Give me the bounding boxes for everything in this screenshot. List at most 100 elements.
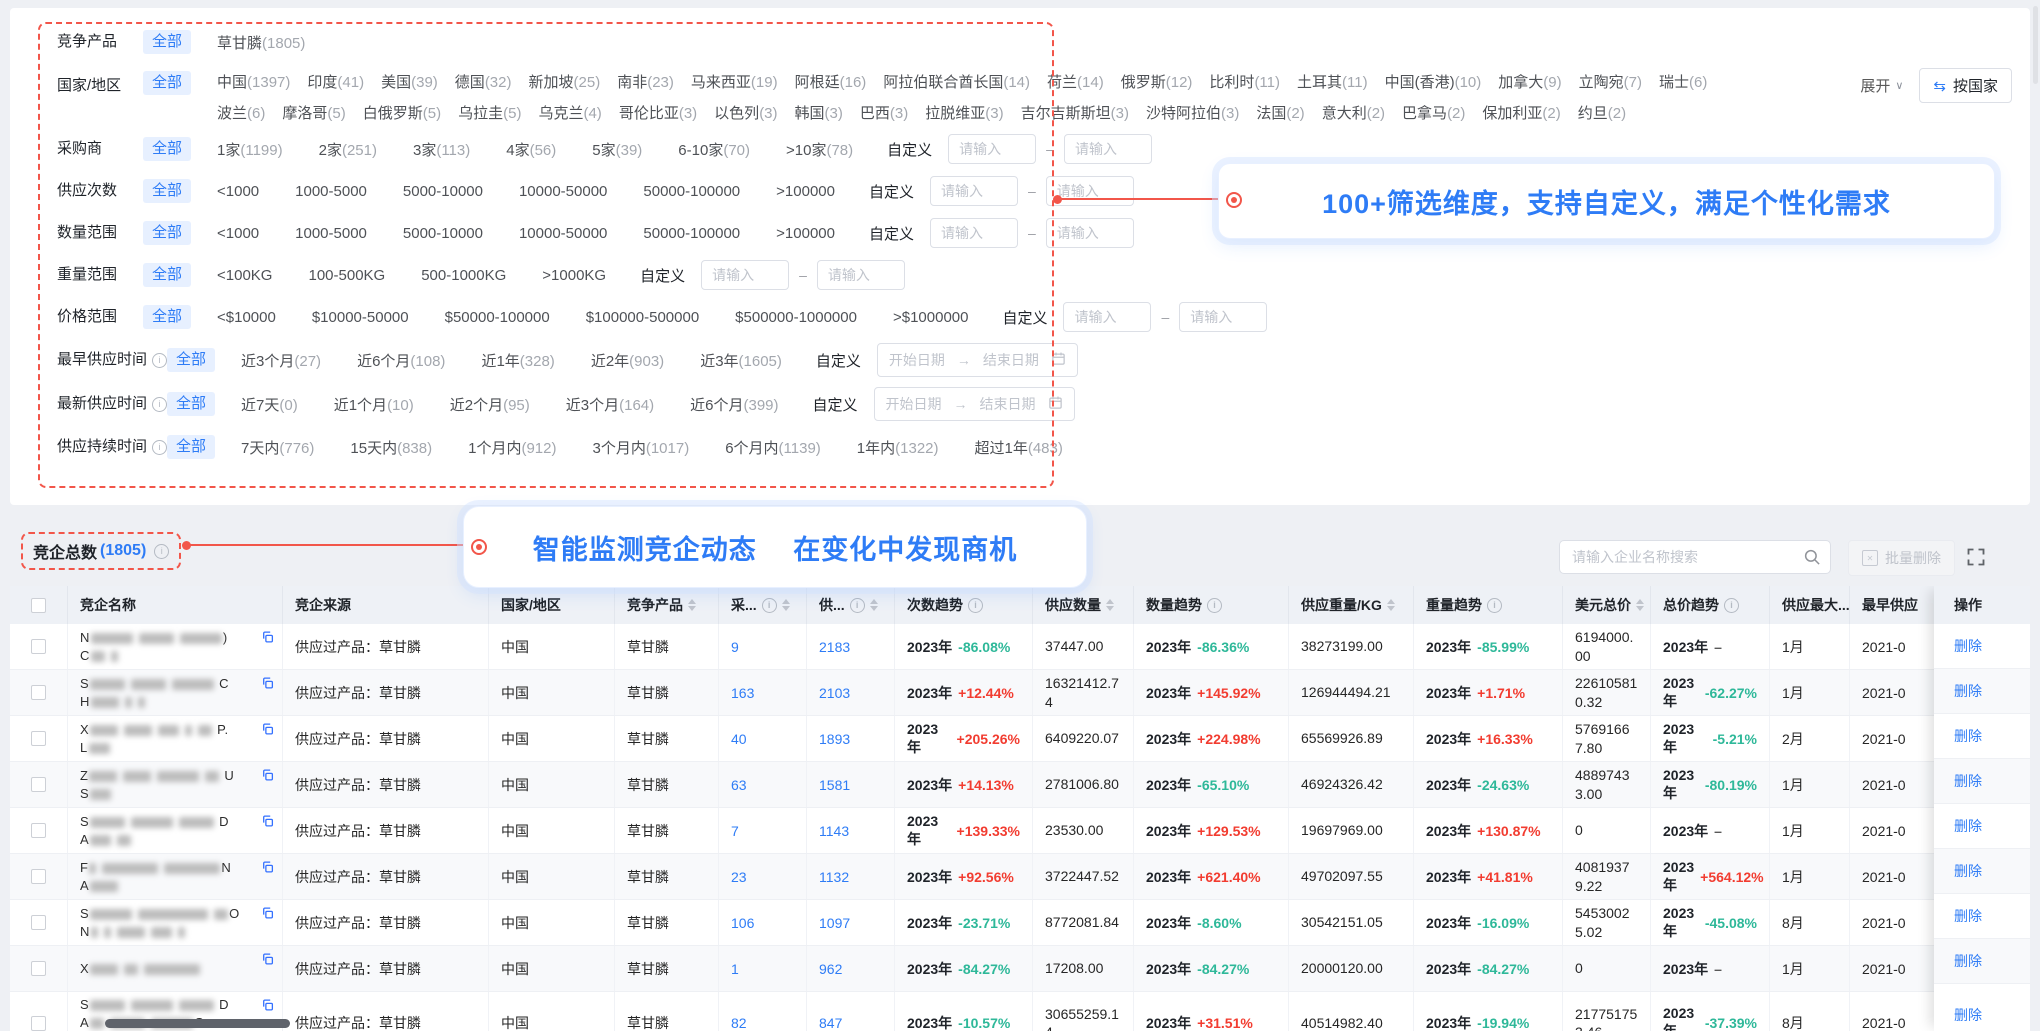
- filter-option[interactable]: 巴西(3): [860, 102, 908, 123]
- filter-option[interactable]: 近6个月(399): [690, 394, 778, 415]
- filter-all-chip[interactable]: 全部: [167, 435, 215, 459]
- filter-option[interactable]: 摩洛哥(5): [282, 102, 345, 123]
- custom-option[interactable]: 自定义: [887, 139, 932, 160]
- filter-option[interactable]: 拉脱维亚(3): [925, 102, 1003, 123]
- filter-option[interactable]: 韩国(3): [795, 102, 843, 123]
- filter-option[interactable]: 美国(39): [381, 71, 438, 92]
- filter-option[interactable]: 10000-50000: [519, 225, 607, 242]
- filter-option[interactable]: 6-10家(70): [678, 139, 750, 160]
- search-icon[interactable]: [1803, 548, 1821, 566]
- filter-option[interactable]: 近1年(328): [481, 350, 554, 371]
- filter-option[interactable]: 5家(39): [592, 139, 642, 160]
- filter-option[interactable]: 俄罗斯(12): [1121, 71, 1193, 92]
- filter-option[interactable]: 比利时(11): [1209, 71, 1280, 92]
- filter-option[interactable]: <100KG: [217, 267, 272, 284]
- filter-all-chip[interactable]: 全部: [143, 71, 191, 95]
- custom-option[interactable]: 自定义: [816, 350, 861, 371]
- delete-button[interactable]: 删除: [1954, 726, 1982, 746]
- row-checkbox[interactable]: [31, 961, 46, 976]
- filter-option[interactable]: 100-500KG: [308, 267, 385, 284]
- filter-option[interactable]: <1000: [217, 183, 259, 200]
- copy-icon[interactable]: [261, 676, 274, 694]
- range-input-max[interactable]: [817, 260, 905, 290]
- row-checkbox[interactable]: [31, 823, 46, 838]
- filter-option[interactable]: 加拿大(9): [1498, 71, 1561, 92]
- row-checkbox[interactable]: [31, 731, 46, 746]
- filter-option[interactable]: >$1000000: [893, 309, 969, 326]
- filter-option[interactable]: 中国(1397): [217, 71, 290, 92]
- filter-all-chip[interactable]: 全部: [143, 305, 191, 329]
- range-input-max[interactable]: [1064, 134, 1152, 164]
- copy-icon[interactable]: [261, 722, 274, 740]
- copy-icon[interactable]: [261, 998, 274, 1016]
- filter-option[interactable]: 近3个月(164): [566, 394, 654, 415]
- delete-button[interactable]: 删除: [1954, 906, 1982, 926]
- filter-option[interactable]: 土耳其(11): [1297, 71, 1368, 92]
- filter-option[interactable]: 吉尔吉斯斯坦(3): [1021, 102, 1129, 123]
- delete-button[interactable]: 删除: [1954, 1005, 1982, 1025]
- delete-button[interactable]: 删除: [1954, 951, 1982, 971]
- sort-icon[interactable]: [1636, 599, 1644, 611]
- sort-icon[interactable]: [782, 599, 790, 611]
- range-input-min[interactable]: [1063, 302, 1151, 332]
- filter-option[interactable]: 5000-10000: [403, 183, 483, 200]
- filter-option[interactable]: 瑞士(6): [1659, 71, 1707, 92]
- range-input-min[interactable]: [948, 134, 1036, 164]
- filter-option[interactable]: 3个月内(1017): [593, 437, 690, 458]
- filter-option[interactable]: 近3年(1605): [700, 350, 782, 371]
- filter-option[interactable]: 以色列(3): [714, 102, 777, 123]
- filter-option[interactable]: $50000-100000: [445, 309, 550, 326]
- filter-option[interactable]: 沙特阿拉伯(3): [1146, 102, 1239, 123]
- custom-option[interactable]: 自定义: [1002, 307, 1047, 328]
- sort-icon[interactable]: [688, 599, 696, 611]
- filter-option[interactable]: <$10000: [217, 309, 276, 326]
- filter-option[interactable]: 阿根廷(16): [795, 71, 867, 92]
- filter-option[interactable]: 中国(香港)(10): [1385, 71, 1482, 92]
- filter-option[interactable]: 500-1000KG: [421, 267, 506, 284]
- custom-option[interactable]: 自定义: [640, 265, 685, 286]
- sort-icon[interactable]: [1106, 599, 1114, 611]
- filter-option[interactable]: <1000: [217, 225, 259, 242]
- filter-option[interactable]: 近2个月(95): [450, 394, 530, 415]
- delete-button[interactable]: 删除: [1954, 861, 1982, 881]
- row-checkbox[interactable]: [31, 639, 46, 654]
- horizontal-scrollbar[interactable]: [105, 1019, 290, 1028]
- filter-option[interactable]: 3家(113): [413, 139, 470, 160]
- range-input-max[interactable]: [1046, 218, 1134, 248]
- row-checkbox[interactable]: [31, 685, 46, 700]
- filter-option[interactable]: 哥伦比亚(3): [619, 102, 697, 123]
- filter-all-chip[interactable]: 全部: [143, 221, 191, 245]
- copy-icon[interactable]: [261, 952, 274, 970]
- filter-all-chip[interactable]: 全部: [167, 348, 215, 372]
- filter-option[interactable]: 乌拉圭(5): [458, 102, 521, 123]
- filter-option[interactable]: 印度(41): [307, 71, 364, 92]
- filter-option[interactable]: 2家(251): [319, 139, 377, 160]
- search-input[interactable]: [1559, 540, 1831, 574]
- filter-option[interactable]: 近3个月(27): [241, 350, 321, 371]
- filter-option[interactable]: 马来西亚(19): [691, 71, 778, 92]
- filter-option[interactable]: 立陶宛(7): [1579, 71, 1642, 92]
- filter-option[interactable]: 法国(2): [1256, 102, 1304, 123]
- filter-option[interactable]: 乌克兰(4): [538, 102, 601, 123]
- filter-option[interactable]: 6个月内(1139): [725, 437, 821, 458]
- custom-option[interactable]: 自定义: [869, 223, 914, 244]
- filter-option[interactable]: 近6个月(108): [357, 350, 445, 371]
- by-country-button[interactable]: ⇆按国家: [1919, 68, 2012, 103]
- filter-all-chip[interactable]: 全部: [143, 30, 191, 54]
- delete-button[interactable]: 删除: [1954, 771, 1982, 791]
- custom-option[interactable]: 自定义: [869, 181, 914, 202]
- range-input-min[interactable]: [930, 176, 1018, 206]
- date-range-picker[interactable]: 开始日期→结束日期: [877, 343, 1078, 377]
- filter-option[interactable]: 近1个月(10): [334, 394, 414, 415]
- filter-option[interactable]: 5000-10000: [403, 225, 483, 242]
- filter-all-chip[interactable]: 全部: [167, 392, 215, 416]
- filter-option[interactable]: 50000-100000: [643, 183, 740, 200]
- filter-option[interactable]: 巴拿马(2): [1402, 102, 1465, 123]
- delete-button[interactable]: 删除: [1954, 816, 1982, 836]
- filter-option[interactable]: $500000-1000000: [735, 309, 857, 326]
- custom-option[interactable]: 自定义: [813, 394, 858, 415]
- range-input-min[interactable]: [701, 260, 789, 290]
- filter-option[interactable]: $100000-500000: [586, 309, 699, 326]
- filter-option[interactable]: 荷兰(14): [1047, 71, 1104, 92]
- filter-option[interactable]: 超过1年(483): [975, 437, 1063, 458]
